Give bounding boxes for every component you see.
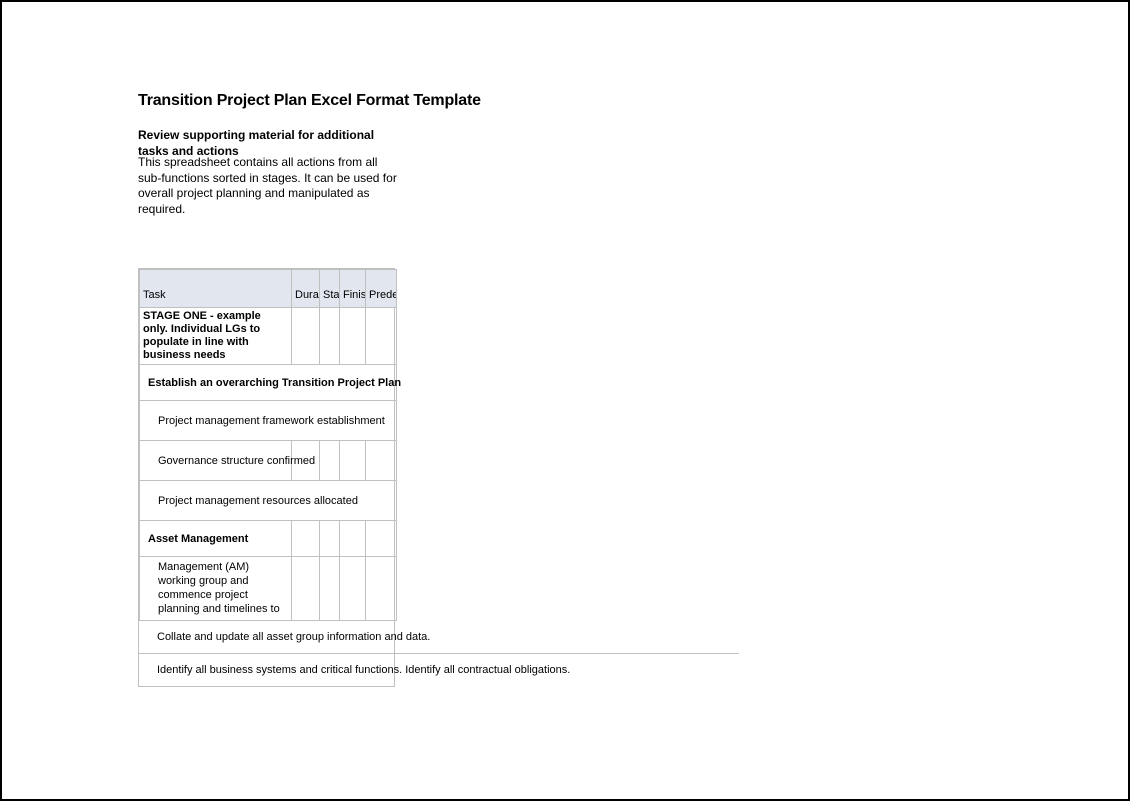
header-predecessors: Predecessors [366,269,397,307]
empty-cell [366,307,397,365]
empty-cell [366,441,397,481]
plan-table: Task Duration Start Finish Predecessors … [139,269,397,622]
overflow-task: Identify all business systems and critic… [139,654,739,686]
overflow-task: Collate and update all asset group infor… [139,621,739,654]
section-row: Asset Management [140,521,397,557]
empty-cell [320,521,340,557]
stage-cell: STAGE ONE - example only. Individual LGs… [140,307,292,365]
task-cell: Management (AM) working group and commen… [140,557,292,621]
task-row: Management (AM) working group and commen… [140,557,397,621]
empty-cell [320,307,340,365]
header-finish: Finish [340,269,366,307]
task-cell: Project management resources allocated [140,481,397,521]
subtitle-block: Review supporting material for additiona… [138,128,398,218]
header-duration: Duration [292,269,320,307]
header-row: Task Duration Start Finish Predecessors [140,269,397,307]
empty-cell [292,521,320,557]
document-content: Transition Project Plan Excel Format Tem… [138,92,998,687]
document-title: Transition Project Plan Excel Format Tem… [138,92,998,110]
task-row: Governance structure confirmed [140,441,397,481]
section-cell: Establish an overarching Transition Proj… [140,365,397,401]
header-task: Task [140,269,292,307]
subtitle-description: This spreadsheet contains all actions fr… [138,155,398,217]
section-cell: Asset Management [140,521,292,557]
task-cell: Project management framework establishme… [140,401,397,441]
overflow-rows: Collate and update all asset group infor… [139,621,739,686]
empty-cell [340,557,366,621]
empty-cell [292,557,320,621]
plan-table-container: Task Duration Start Finish Predecessors … [138,268,395,688]
empty-cell [340,521,366,557]
section-row: Establish an overarching Transition Proj… [140,365,397,401]
empty-cell [320,441,340,481]
empty-cell [292,307,320,365]
header-start: Start [320,269,340,307]
task-cell: Governance structure confirmed [140,441,292,481]
empty-cell [366,557,397,621]
empty-cell [366,521,397,557]
page-frame: Transition Project Plan Excel Format Tem… [0,0,1130,801]
stage-row: STAGE ONE - example only. Individual LGs… [140,307,397,365]
empty-cell [340,441,366,481]
empty-cell [340,307,366,365]
task-row: Project management resources allocated [140,481,397,521]
empty-cell [320,557,340,621]
task-row: Project management framework establishme… [140,401,397,441]
